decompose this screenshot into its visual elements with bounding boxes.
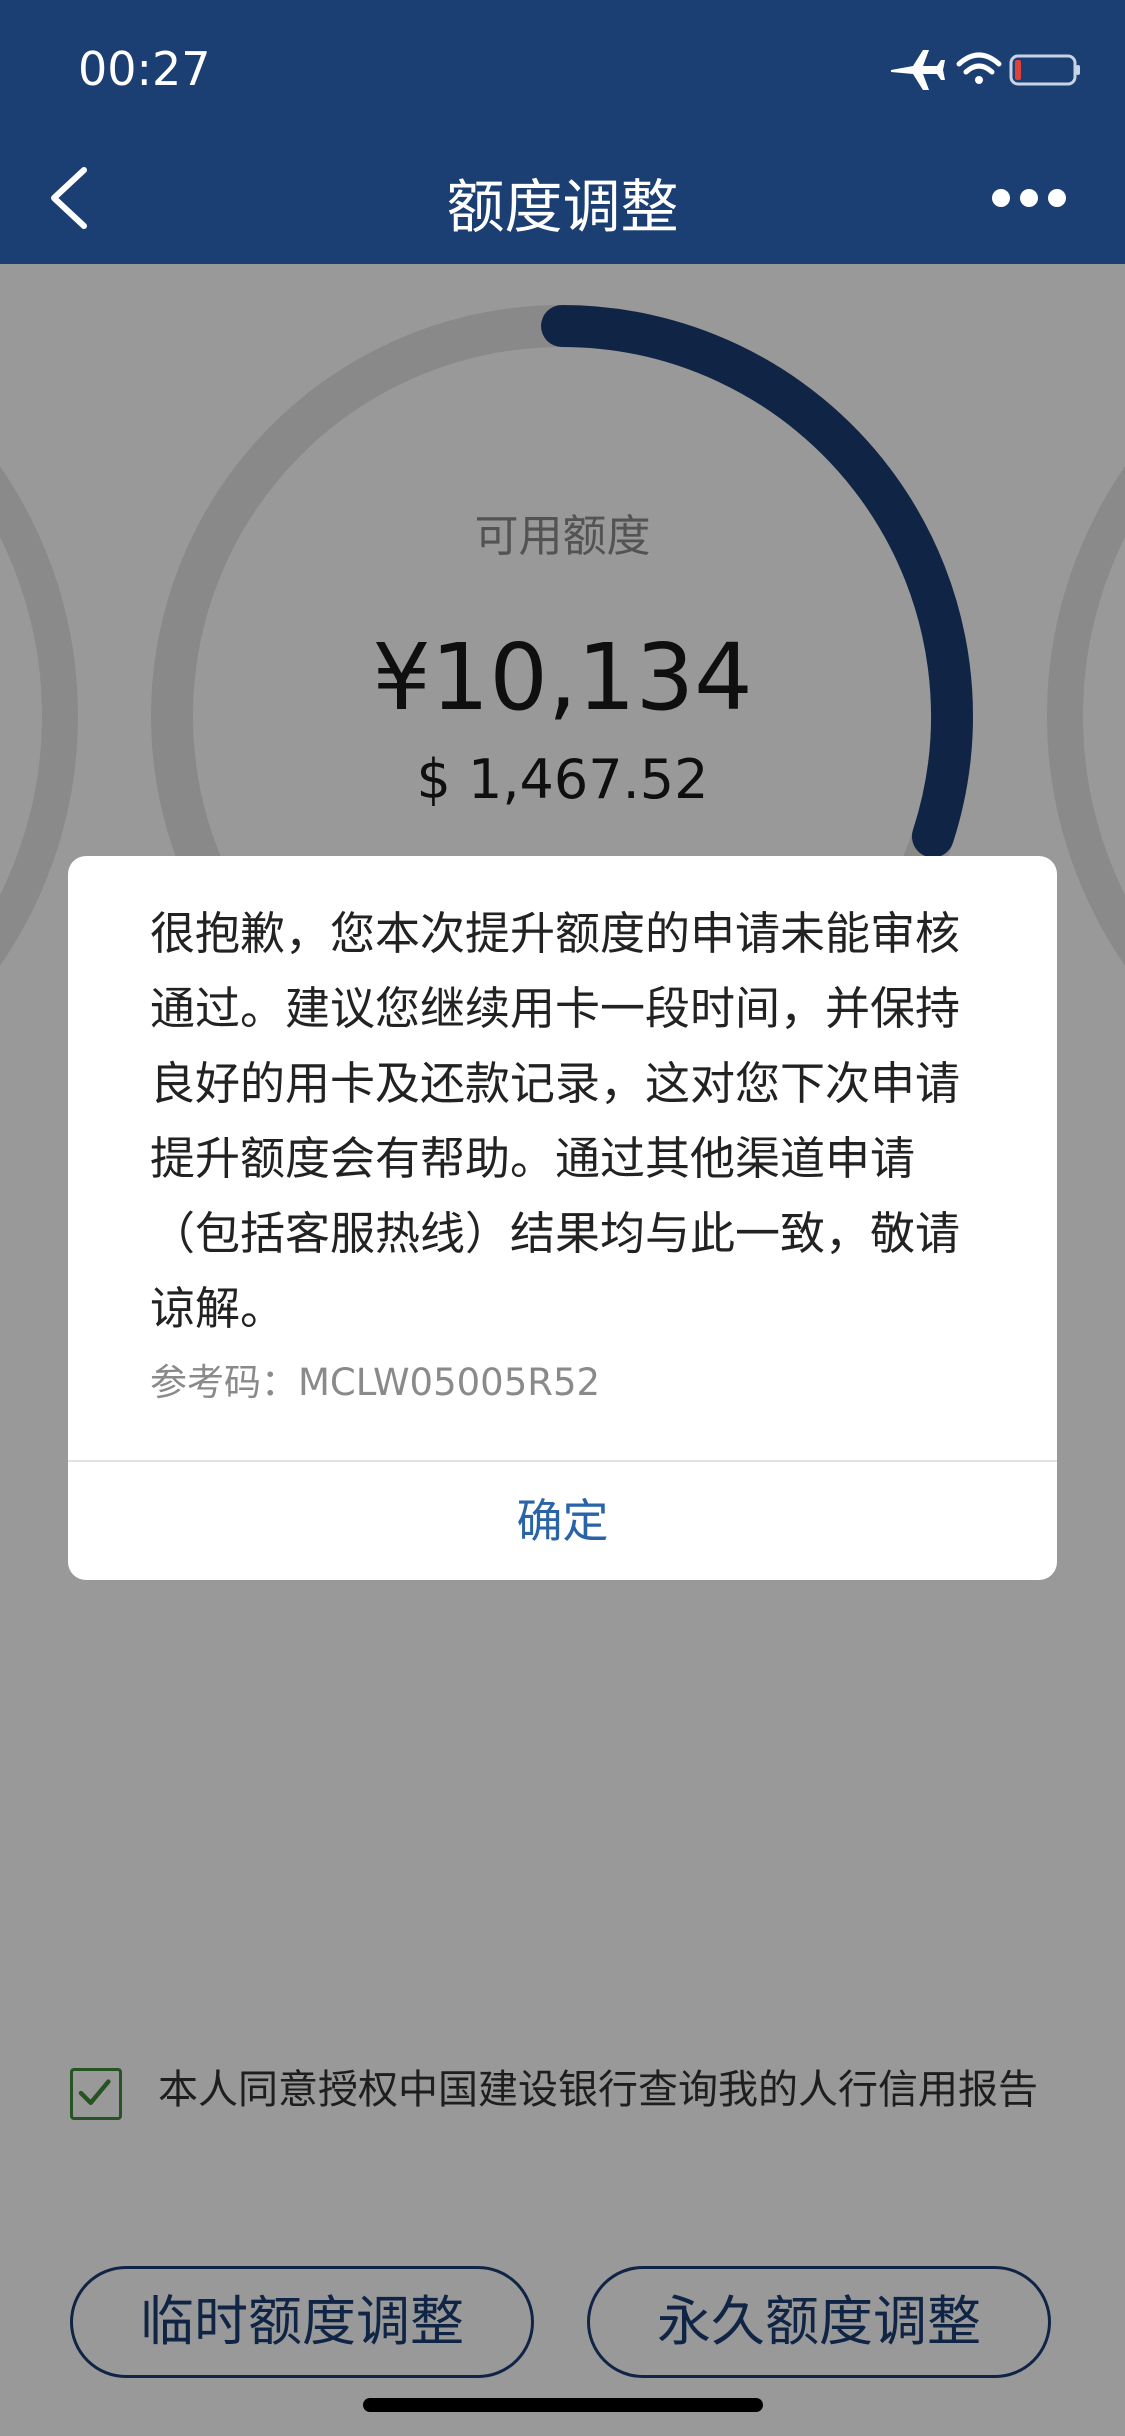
- wifi-icon: [956, 52, 1002, 84]
- rejection-dialog: 很抱歉，您本次提升额度的申请未能审核通过。建议您继续用卡一段时间，并保持良好的用…: [68, 856, 1057, 1580]
- dialog-message: 很抱歉，您本次提升额度的申请未能审核通过。建议您继续用卡一段时间，并保持良好的用…: [150, 907, 961, 1335]
- reference-label: 参考码：: [150, 1361, 298, 1404]
- more-icon[interactable]: [989, 180, 1069, 216]
- home-indicator: [363, 2398, 763, 2412]
- reference-code: MCLW05005R52: [298, 1361, 601, 1404]
- airplane-icon: [891, 50, 945, 90]
- nav-bar: 额度调整: [0, 132, 1125, 264]
- dialog-reference: 参考码：MCLW05005R52: [150, 1352, 980, 1406]
- status-time: 00:27: [78, 42, 211, 96]
- status-bar: 00:27: [0, 0, 1125, 132]
- page-title: 额度调整: [446, 173, 679, 241]
- status-icons: [891, 50, 1080, 90]
- confirm-button[interactable]: 确定: [68, 1462, 1057, 1580]
- battery-icon: [1009, 54, 1080, 86]
